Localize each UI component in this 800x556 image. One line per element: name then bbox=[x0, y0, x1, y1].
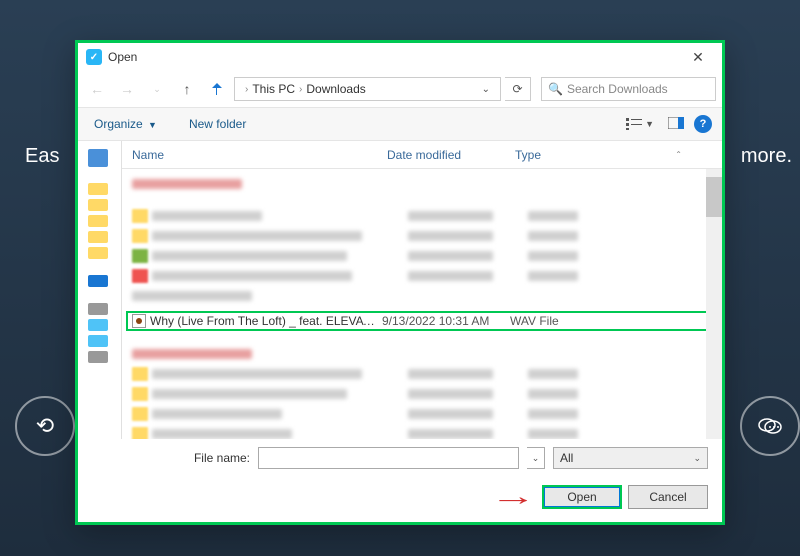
list-item[interactable] bbox=[132, 207, 712, 225]
filename-label: File name: bbox=[92, 451, 250, 465]
selected-file-name: Why (Live From The Loft) _ feat. ELEVATI… bbox=[150, 314, 382, 328]
breadcrumb-thispc[interactable]: This PC bbox=[252, 82, 295, 96]
list-header: Name Date modified Type ⌃ bbox=[122, 141, 722, 169]
new-folder-button[interactable]: New folder bbox=[183, 113, 252, 135]
app-icon: ✓ bbox=[86, 49, 102, 65]
list-item[interactable] bbox=[132, 385, 712, 403]
filename-row: File name: ⌄ All ⌄ bbox=[92, 447, 708, 469]
sort-indicator-icon: ⌃ bbox=[675, 150, 682, 159]
list-item[interactable] bbox=[132, 175, 712, 193]
tree-item[interactable] bbox=[88, 149, 108, 167]
tree-item[interactable] bbox=[88, 303, 108, 315]
cancel-button[interactable]: Cancel bbox=[628, 485, 708, 509]
column-date[interactable]: Date modified bbox=[387, 148, 515, 162]
view-options-button[interactable]: ▼ bbox=[622, 116, 658, 132]
navigation-bar: ← → ⌄ ↑ › This PC › Downloads ⌄ ⟳ 🔍 Sear… bbox=[78, 71, 722, 107]
breadcrumb-dropdown[interactable]: ⌄ bbox=[478, 84, 494, 95]
up-button[interactable]: ↑ bbox=[174, 76, 200, 102]
selected-file-row[interactable]: Why (Live From The Loft) _ feat. ELEVATI… bbox=[126, 311, 718, 331]
bottom-area: File name: ⌄ All ⌄ → Open Cancel bbox=[78, 439, 722, 522]
chevron-down-icon: ▼ bbox=[148, 120, 157, 130]
chevron-down-icon: ⌄ bbox=[693, 453, 701, 464]
list-item[interactable] bbox=[132, 247, 712, 265]
wav-file-icon bbox=[132, 314, 146, 328]
file-open-dialog: ✓ Open ✕ ← → ⌄ ↑ › This PC › Downloads ⌄… bbox=[75, 40, 725, 525]
file-list-area: Name Date modified Type ⌃ Why (Live From… bbox=[122, 141, 722, 439]
selected-file-type: WAV File bbox=[510, 314, 559, 328]
bg-undo-icon: ⟲ bbox=[15, 396, 75, 456]
chevron-down-icon: ▼ bbox=[645, 119, 654, 129]
chevron-right-icon: › bbox=[299, 84, 302, 95]
titlebar: ✓ Open ✕ bbox=[78, 43, 722, 71]
bg-chat-icon bbox=[740, 396, 800, 456]
breadcrumb-downloads[interactable]: Downloads bbox=[306, 82, 365, 96]
annotation-arrow-icon: → bbox=[490, 481, 537, 512]
pin-icon bbox=[204, 76, 230, 102]
search-input[interactable]: 🔍 Search Downloads bbox=[541, 77, 716, 101]
list-view-icon bbox=[626, 118, 642, 130]
preview-pane-button[interactable] bbox=[664, 114, 688, 134]
tree-item[interactable] bbox=[88, 319, 108, 331]
content-area: Name Date modified Type ⌃ Why (Live From… bbox=[78, 141, 722, 439]
list-item[interactable] bbox=[132, 345, 712, 363]
tree-item[interactable] bbox=[88, 335, 108, 347]
tree-item[interactable] bbox=[88, 215, 108, 227]
refresh-button[interactable]: ⟳ bbox=[505, 77, 531, 101]
back-button[interactable]: ← bbox=[84, 76, 110, 102]
background-text-right: more. bbox=[741, 145, 792, 168]
scroll-thumb[interactable] bbox=[706, 177, 722, 217]
list-item[interactable] bbox=[132, 267, 712, 285]
background-text-left: Eas bbox=[25, 145, 59, 168]
preview-icon bbox=[668, 117, 684, 129]
scrollbar[interactable] bbox=[706, 169, 722, 439]
button-row: → Open Cancel bbox=[92, 481, 708, 512]
open-button[interactable]: Open bbox=[542, 485, 622, 509]
help-button[interactable]: ? bbox=[694, 115, 712, 133]
search-placeholder: Search Downloads bbox=[567, 82, 668, 96]
selected-file-date: 9/13/2022 10:31 AM bbox=[382, 314, 510, 328]
column-type[interactable]: Type bbox=[515, 148, 675, 162]
list-item[interactable] bbox=[132, 425, 712, 439]
file-list[interactable]: Why (Live From The Loft) _ feat. ELEVATI… bbox=[122, 169, 722, 439]
file-filter-select[interactable]: All ⌄ bbox=[553, 447, 708, 469]
recent-dropdown[interactable]: ⌄ bbox=[144, 76, 170, 102]
tree-item[interactable] bbox=[88, 351, 108, 363]
filename-dropdown[interactable]: ⌄ bbox=[527, 447, 545, 469]
tree-item[interactable] bbox=[88, 231, 108, 243]
organize-menu[interactable]: Organize ▼ bbox=[88, 113, 163, 135]
tree-item[interactable] bbox=[88, 247, 108, 259]
tree-item[interactable] bbox=[88, 275, 108, 287]
search-icon: 🔍 bbox=[548, 82, 563, 96]
forward-button[interactable]: → bbox=[114, 76, 140, 102]
close-button[interactable]: ✕ bbox=[682, 49, 714, 66]
list-item[interactable] bbox=[132, 227, 712, 245]
list-item[interactable] bbox=[132, 405, 712, 423]
toolbar: Organize ▼ New folder ▼ ? bbox=[78, 107, 722, 141]
nav-tree[interactable] bbox=[78, 141, 122, 439]
filename-input[interactable] bbox=[258, 447, 519, 469]
tree-item[interactable] bbox=[88, 183, 108, 195]
column-name[interactable]: Name bbox=[132, 148, 387, 162]
breadcrumb[interactable]: › This PC › Downloads ⌄ bbox=[234, 77, 501, 101]
dialog-title: Open bbox=[108, 50, 137, 64]
tree-item[interactable] bbox=[88, 199, 108, 211]
list-item[interactable] bbox=[132, 287, 712, 305]
chevron-right-icon: › bbox=[245, 84, 248, 95]
list-item[interactable] bbox=[132, 365, 712, 383]
